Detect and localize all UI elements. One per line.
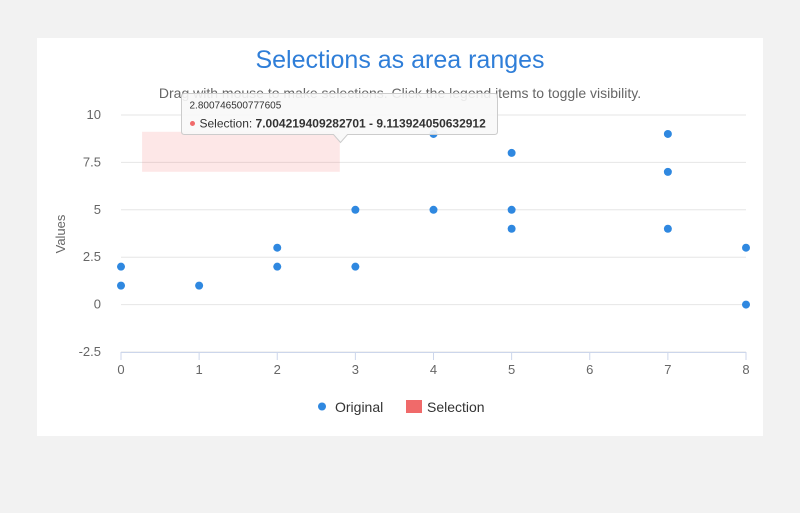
y-axis-title: Values [53, 214, 68, 253]
legend-marker-original [318, 402, 326, 411]
x-tick-label: 4 [430, 362, 437, 377]
selection-area-range[interactable] [142, 131, 340, 172]
data-point[interactable] [663, 129, 672, 138]
y-axis: -2.5 0 2.5 5 7.5 10 [79, 107, 101, 359]
legend-label-selection: Selection [427, 399, 485, 415]
x-tick-label: 0 [117, 362, 124, 377]
y-tick-label: 0 [94, 297, 101, 312]
x-tick-label: 6 [586, 362, 593, 377]
data-point[interactable] [117, 262, 125, 271]
y-tick-label: 2.5 [83, 249, 101, 264]
legend-label-original: Original [335, 399, 383, 415]
data-point[interactable] [195, 281, 204, 290]
data-point[interactable] [429, 205, 438, 214]
data-point[interactable] [117, 281, 125, 290]
legend-item-selection[interactable]: Selection [406, 399, 485, 415]
y-tick-label: 5 [94, 202, 101, 217]
data-point[interactable] [507, 148, 516, 157]
data-point[interactable] [507, 224, 516, 233]
scatter-chart: Selections as area ranges Drag with mous… [53, 46, 750, 415]
tooltip-value: 7.004219409282701 - 9.113924050632912 [256, 117, 487, 131]
data-point[interactable] [742, 300, 750, 309]
data-point[interactable] [273, 262, 282, 271]
tooltip-series-marker [190, 121, 195, 126]
legend-marker-selection [406, 400, 422, 413]
x-tick-label: 8 [742, 362, 749, 377]
data-point[interactable] [507, 205, 516, 214]
x-axis: 0 1 2 3 4 5 6 7 8 [117, 352, 750, 377]
tooltip-header: 2.800746500777605 [190, 101, 282, 112]
data-point[interactable] [663, 224, 672, 233]
x-tick-label: 3 [352, 362, 359, 377]
chart-title: Selections as area ranges [255, 46, 544, 74]
y-tick-label: -2.5 [79, 344, 101, 359]
x-tick-label: 1 [196, 362, 203, 377]
y-tick-label: 10 [87, 107, 101, 122]
data-point[interactable] [742, 243, 750, 252]
y-tick-label: 7.5 [83, 154, 101, 169]
plot-area[interactable] [117, 129, 750, 309]
data-point[interactable] [663, 167, 672, 176]
x-tick-label: 2 [274, 362, 281, 377]
x-tick-label: 5 [508, 362, 515, 377]
legend-item-original[interactable]: Original [318, 399, 383, 415]
chart-card: Selections as area ranges Drag with mous… [37, 38, 763, 436]
data-point[interactable] [273, 243, 282, 252]
tooltip-series-label: Selection: [200, 117, 256, 131]
tooltip-body: Selection: 7.004219409282701 - 9.1139240… [200, 117, 487, 131]
legend: Original Selection [318, 399, 485, 415]
data-point[interactable] [351, 262, 360, 271]
data-point[interactable] [351, 205, 360, 214]
x-tick-label: 7 [664, 362, 671, 377]
